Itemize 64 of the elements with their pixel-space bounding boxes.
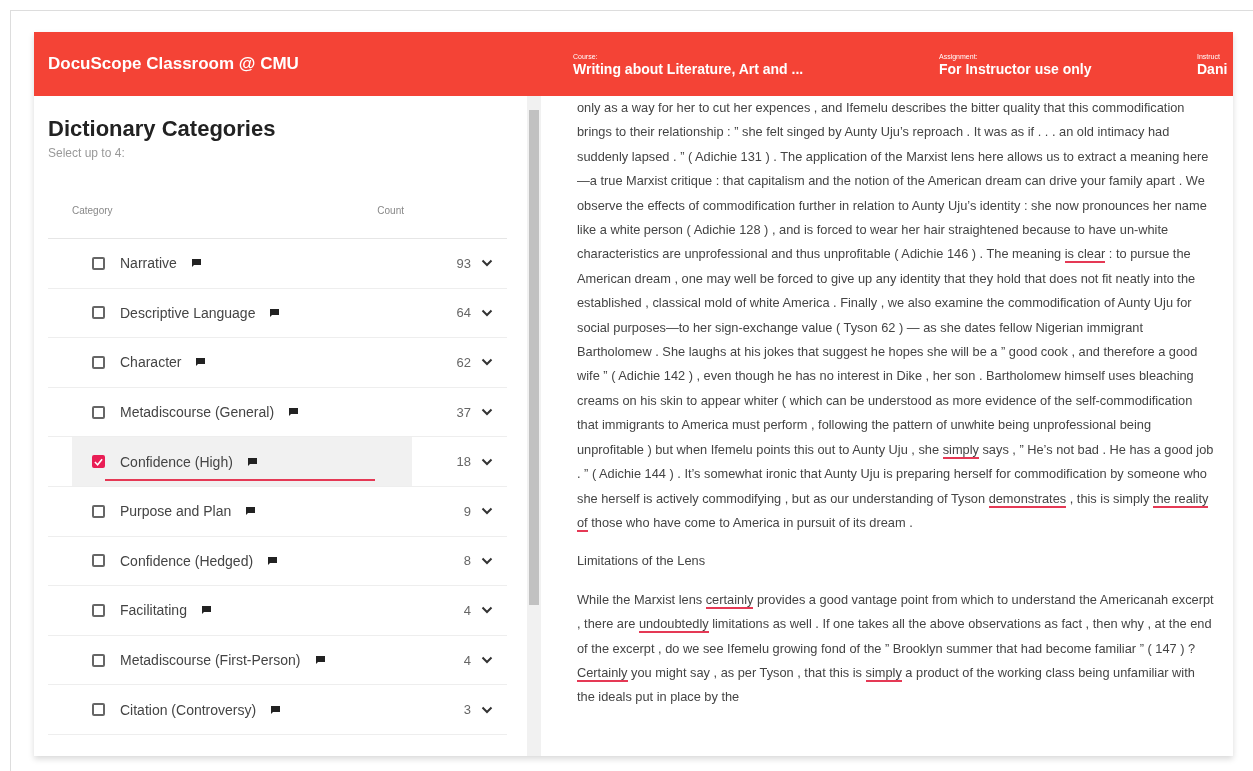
scrollbar-thumb[interactable] bbox=[529, 110, 539, 605]
field-value: Writing about Literature, Art and ... bbox=[573, 60, 804, 77]
chevron-down-icon[interactable] bbox=[481, 358, 493, 367]
category-label: Purpose and Plan bbox=[120, 503, 232, 520]
category-count: 62 bbox=[456, 355, 471, 370]
category-label: Metadiscourse (First-Person) bbox=[120, 652, 301, 669]
chevron-down-icon[interactable] bbox=[481, 705, 493, 714]
check-icon bbox=[94, 457, 103, 466]
comment-icon[interactable] bbox=[200, 605, 212, 616]
chevron-down-icon[interactable] bbox=[481, 507, 493, 516]
comment-icon[interactable] bbox=[269, 307, 281, 318]
chevron-down-icon[interactable] bbox=[481, 457, 493, 466]
category-label: Narrative bbox=[120, 255, 177, 272]
column-header: Count bbox=[377, 205, 404, 218]
checkbox[interactable] bbox=[92, 356, 105, 369]
checkbox[interactable] bbox=[92, 455, 105, 469]
checkbox[interactable] bbox=[92, 504, 105, 518]
checkbox[interactable] bbox=[92, 554, 105, 568]
category-label: Character bbox=[120, 354, 182, 371]
panel-title: Dictionary Categories bbox=[48, 116, 276, 142]
category-label: Confidence (Hedged) bbox=[120, 552, 254, 569]
category-count: 18 bbox=[456, 454, 471, 470]
category-label: Confidence (High) bbox=[120, 453, 233, 470]
category-count: 37 bbox=[456, 404, 471, 420]
scrollbar[interactable] bbox=[527, 96, 541, 756]
checkbox[interactable] bbox=[92, 405, 105, 419]
category-count: 8 bbox=[463, 553, 471, 569]
section-heading: Limitations of the Lens bbox=[577, 552, 707, 571]
comment-icon[interactable] bbox=[195, 357, 207, 368]
category-count: 4 bbox=[463, 652, 471, 668]
comment-icon[interactable] bbox=[190, 258, 202, 269]
comment-icon[interactable] bbox=[245, 506, 257, 517]
chevron-down-icon[interactable] bbox=[481, 606, 493, 615]
category-count: 9 bbox=[463, 503, 471, 519]
checkbox[interactable] bbox=[92, 703, 105, 717]
chevron-down-icon[interactable] bbox=[481, 259, 493, 268]
comment-icon[interactable] bbox=[246, 456, 258, 467]
field-value: Dani bbox=[1197, 60, 1228, 77]
checkbox[interactable] bbox=[92, 256, 105, 270]
column-header: Category bbox=[72, 205, 113, 218]
chevron-down-icon[interactable] bbox=[481, 408, 493, 417]
chevron-down-icon[interactable] bbox=[481, 308, 493, 317]
field-value: For Instructor use only bbox=[939, 60, 1092, 77]
checkbox[interactable] bbox=[92, 306, 105, 320]
comment-icon[interactable] bbox=[267, 555, 279, 566]
category-label: Metadiscourse (General) bbox=[120, 404, 275, 421]
panel-subtitle: Select up to 4: bbox=[48, 146, 126, 160]
app-title: DocuScope Classroom @ CMU bbox=[48, 54, 300, 74]
category-count: 3 bbox=[463, 702, 471, 718]
checkbox[interactable] bbox=[92, 653, 105, 667]
comment-icon[interactable] bbox=[314, 655, 326, 666]
category-count: 93 bbox=[456, 255, 471, 271]
comment-icon[interactable] bbox=[288, 407, 300, 418]
essay-paragraph: only as a way for her to cut her expences , and Ifemelu describes the bitter quality that this commodification brings to their relationship : ” she felt singed by Aunty Uju’s reproach . It was as if . . . an old intimacy had suddenly lapsed . ” ( Adichie 131 ) . The application of the Marxist lens here allows us to extract a meaning here—a true Marxist critique : that capitalism and the notion of the American dream can drive your family apart . We observe the effects of commodification further in relation to Aunty Uju’s identity : she now pronounces her name like a white person ( Adichie 128 ) , and is forced to wear her hair straightened because to have un-white characteristics are unprofessional and thus unprofitable ( Adichie 146 ) . The meaning is clear : to pursue the American dream , one may well be forced to give up any identity that they hold that does not fit neatly into the established , classical mold of white America . Finally , we also examine the commodification of Aunty Uju for social purposes—to her sign-exchange value ( Tyson 62 ) — as she dates fellow Nigerian immigrant Bartholomew . She laughs at his jokes that suggest he hopes she will be a ” good cook , and therefore a good wife ” ( Adichie 142 ) , even though he has no interest in Dike , her son . Bartholomew himself uses bleaching creams on his skin to appear whiter ( which can be understood as more evidence of the self-commodification that immigrants to America must perform , following the pattern of unwhite being unprofessional being unprofitable ) but when Ifemelu points this out to Aunty Uju , she simply says , ” He’s not bad . He has a good job . ” ( Adichie 144 ) . It’s somewhat ironic that Aunty Uju is preparing herself for commodification by someone who she herself is actively commodifying , but as our understanding of Tyson demonstrates , this is simply the reality of those who have come to America in pursuit of its dream . bbox=[577, 99, 1215, 534]
comment-icon[interactable] bbox=[270, 704, 282, 715]
category-count: 4 bbox=[463, 602, 471, 618]
chevron-down-icon[interactable] bbox=[481, 656, 493, 665]
category-label: Citation (Controversy) bbox=[120, 701, 257, 718]
category-label: Facilitating bbox=[120, 602, 187, 619]
essay-paragraph: While the Marxist lens certainly provides a good vantage point from which to understand the Americanah excerpt , there are undoubtedly limitations as well . If one takes all the above observations as fact , then why , at the end of the excerpt , do we see Ifemelu growing fond of the ” Brooklyn summer that had become familiar ” ( 147 ) ? Certainly you might say , as per Tyson , that this is simply a product of the working class being unfamiliar with the ideals put in place by the bbox=[577, 590, 1215, 707]
chevron-down-icon[interactable] bbox=[481, 556, 493, 565]
category-count: 64 bbox=[456, 305, 471, 321]
category-label: Descriptive Language bbox=[120, 304, 256, 321]
checkbox[interactable] bbox=[92, 603, 105, 617]
